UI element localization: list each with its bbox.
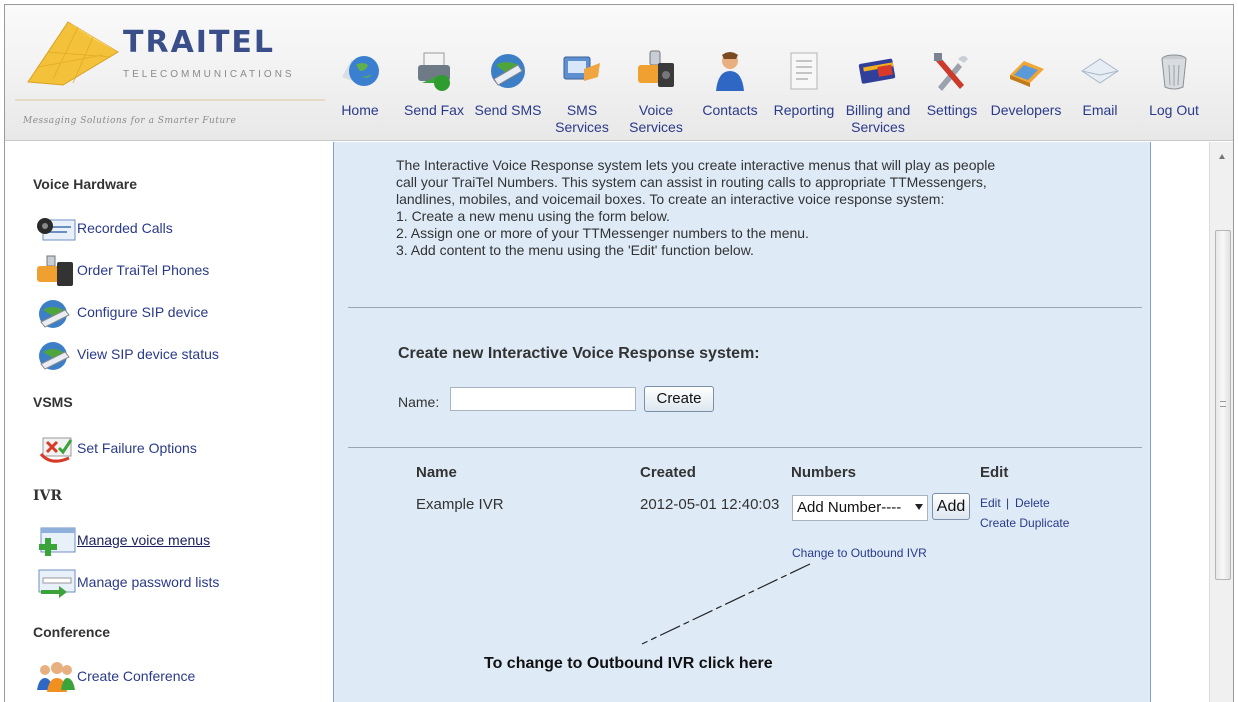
nav-log-out[interactable]: Log Out: [1137, 45, 1211, 140]
voice-phone-icon: [638, 50, 674, 87]
ivr-name-input[interactable]: [450, 387, 636, 411]
report-document-icon: [790, 52, 818, 90]
nav-developers[interactable]: Developers: [989, 45, 1063, 140]
intro-line: landlines, mobiles, and voicemail boxes.…: [396, 191, 945, 207]
intro-line: 2. Assign one or more of your TTMessenge…: [396, 225, 809, 241]
nav-email[interactable]: Email: [1063, 45, 1137, 140]
vertical-scrollbar[interactable]: [1209, 142, 1233, 702]
sms-services-icon: [563, 56, 600, 81]
section-heading: VSMS: [33, 394, 73, 410]
logo-mark-icon: [27, 21, 119, 86]
nav-settings[interactable]: Settings: [915, 45, 989, 140]
divider: [348, 307, 1142, 308]
envelope-icon: [1081, 58, 1119, 84]
intro-line: call your TraiTel Numbers. This system c…: [396, 174, 987, 190]
app-window: TRAITEL TELECOMMUNICATIONS Messaging Sol…: [4, 4, 1234, 702]
brand-logo[interactable]: TRAITEL TELECOMMUNICATIONS Messaging Sol…: [15, 11, 325, 136]
name-label: Name:: [398, 394, 440, 410]
nav-sms-services[interactable]: SMS Services: [545, 45, 619, 140]
sip-globe-icon: [39, 300, 70, 328]
sms-globe-icon: [491, 54, 525, 88]
delete-link[interactable]: Delete: [1015, 496, 1050, 510]
section-heading: Conference: [33, 624, 111, 640]
sidebar-item-label: Create Conference: [77, 668, 196, 684]
nav-voice-services[interactable]: Voice Services: [619, 45, 693, 140]
create-duplicate-link[interactable]: Create Duplicate: [980, 516, 1069, 530]
intro-text: The Interactive Voice Response system le…: [396, 157, 1116, 259]
sidebar-item-label: Manage voice menus: [77, 532, 211, 548]
laptop-icon: [1010, 61, 1044, 87]
voice-menu-icon: [39, 527, 76, 556]
sidebar-item-configure-sip[interactable]: Configure SIP device: [35, 296, 295, 330]
nav-reporting[interactable]: Reporting: [767, 45, 841, 140]
scroll-up-arrow-icon[interactable]: [1219, 154, 1225, 159]
nav-send-sms[interactable]: Send SMS: [471, 45, 545, 140]
sidebar-item-manage-voice-menus[interactable]: Manage voice menus: [35, 524, 295, 558]
edit-link[interactable]: Edit: [980, 496, 1001, 510]
sidebar-item-create-conference[interactable]: Create Conference: [35, 660, 295, 694]
nav-billing[interactable]: Billing and Services: [841, 45, 915, 140]
create-ivr-heading: Create new Interactive Voice Response sy…: [398, 345, 760, 362]
brand-tagline: Messaging Solutions for a Smarter Future: [23, 116, 237, 126]
annotation-note: To change to Outbound IVR click here: [484, 655, 773, 672]
sidebar-item-label: View SIP device status: [77, 346, 219, 362]
conference-people-icon: [37, 662, 75, 692]
contacts-person-icon: [716, 52, 744, 91]
trash-can-icon: [1161, 54, 1187, 90]
ivr-created-cell: 2012-05-01 12:40:03: [640, 496, 780, 513]
credit-card-icon: [858, 58, 896, 84]
annotation-arrow: [641, 563, 811, 645]
globe-icon: [342, 56, 379, 86]
brand-name: TRAITEL: [123, 25, 276, 60]
column-header-name: Name: [416, 464, 457, 481]
select-value: Add Number----: [797, 499, 902, 516]
link-separator: |: [1006, 496, 1010, 510]
sidebar-item-label: Configure SIP device: [77, 304, 209, 320]
phone-order-icon: [37, 255, 73, 286]
intro-line: 1. Create a new menu using the form belo…: [396, 208, 670, 224]
sidebar-item-label: Set Failure Options: [77, 440, 197, 456]
sidebar-item-recorded-calls[interactable]: Recorded Calls: [35, 212, 295, 246]
sidebar-item-label: Manage password lists: [77, 574, 220, 590]
column-header-edit: Edit: [980, 464, 1009, 481]
sidebar-item-order-phones[interactable]: Order TraiTel Phones: [35, 254, 295, 288]
sidebar-item-view-sip-status[interactable]: View SIP device status: [35, 338, 295, 372]
divider: [348, 447, 1142, 448]
sidebar: Voice Hardware Recorded Calls Order Trai…: [5, 142, 317, 702]
chevron-down-icon: [915, 504, 923, 510]
tools-icon: [934, 53, 968, 91]
ivr-name-cell: Example IVR: [416, 496, 504, 513]
sidebar-item-manage-password-lists[interactable]: Manage password lists: [35, 566, 295, 600]
nav-home[interactable]: Home: [323, 45, 397, 140]
add-number-select[interactable]: Add Number----: [792, 495, 928, 521]
brand-divider: [15, 99, 325, 101]
column-header-created: Created: [640, 464, 696, 481]
brand-subtitle: TELECOMMUNICATIONS: [123, 69, 295, 80]
section-heading: Voice Hardware: [33, 176, 138, 192]
column-header-numbers: Numbers: [791, 464, 857, 481]
intro-line: 3. Add content to the menu using the 'Ed…: [396, 242, 754, 258]
intro-line: The Interactive Voice Response system le…: [396, 157, 996, 173]
nav-label: Log Out: [1149, 102, 1199, 118]
fax-icon: [418, 52, 450, 91]
password-list-icon: [38, 569, 76, 598]
sidebar-item-failure-options[interactable]: Set Failure Options: [35, 432, 295, 466]
section-heading: IVR: [33, 488, 63, 504]
create-button[interactable]: Create: [644, 386, 714, 412]
scrollbar-grip: [1220, 401, 1226, 407]
sidebar-item-label: Order TraiTel Phones: [77, 262, 210, 278]
nav-contacts[interactable]: Contacts: [693, 45, 767, 140]
scrollbar-thumb[interactable]: [1215, 230, 1231, 580]
sidebar-item-label: Recorded Calls: [77, 220, 173, 236]
nav-send-fax[interactable]: Send Fax: [397, 45, 471, 140]
add-number-button[interactable]: Add: [932, 493, 970, 520]
header: TRAITEL TELECOMMUNICATIONS Messaging Sol…: [5, 5, 1233, 141]
sip-status-globe-icon: [39, 342, 70, 370]
recorded-calls-icon: [37, 218, 76, 241]
main-content: The Interactive Voice Response system le…: [333, 142, 1151, 702]
failure-options-icon: [39, 437, 73, 463]
